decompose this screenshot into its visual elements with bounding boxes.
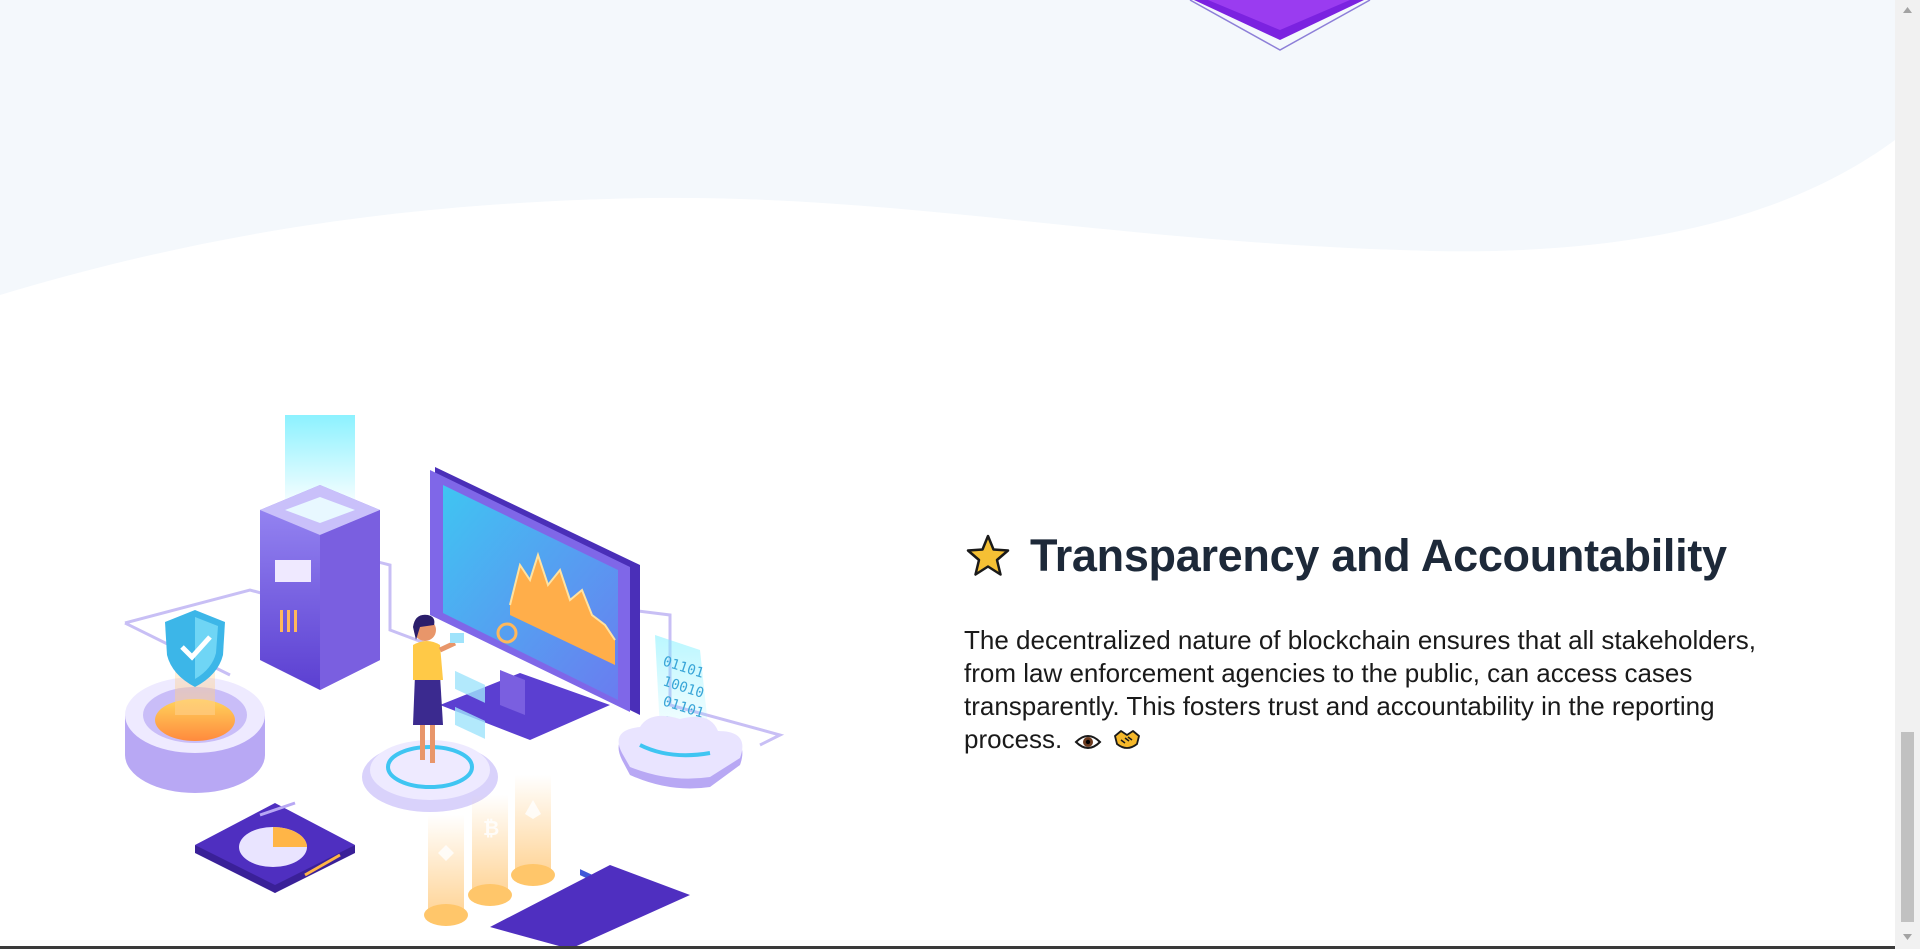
eye-icon [1074,735,1101,749]
feature-title: Transparency and Accountability [1030,530,1727,581]
background-wave [0,0,1895,295]
feature-heading: Transparency and Accountability [964,530,1794,582]
feature-description: The decentralized nature of blockchain e… [964,624,1794,756]
vertical-scrollbar[interactable] [1895,0,1920,949]
pie-chart-card [195,801,355,893]
star-icon [966,534,1010,576]
handshake-icon [1113,730,1140,749]
svg-text:₿: ₿ [483,816,499,840]
scroll-down-arrow-icon[interactable] [1895,927,1920,947]
scroll-up-arrow-icon[interactable] [1895,0,1920,20]
decorative-gem-shape [1189,0,1371,51]
page: 01101 10010 01101 10010 [0,0,1895,949]
scrollbar-thumb[interactable] [1901,732,1914,922]
server-tower [260,415,380,690]
feature-section: Transparency and Accountability The dece… [964,530,1794,756]
shield-platform [125,610,265,793]
blockchain-illustration: 01101 10010 01101 10010 [124,415,785,949]
